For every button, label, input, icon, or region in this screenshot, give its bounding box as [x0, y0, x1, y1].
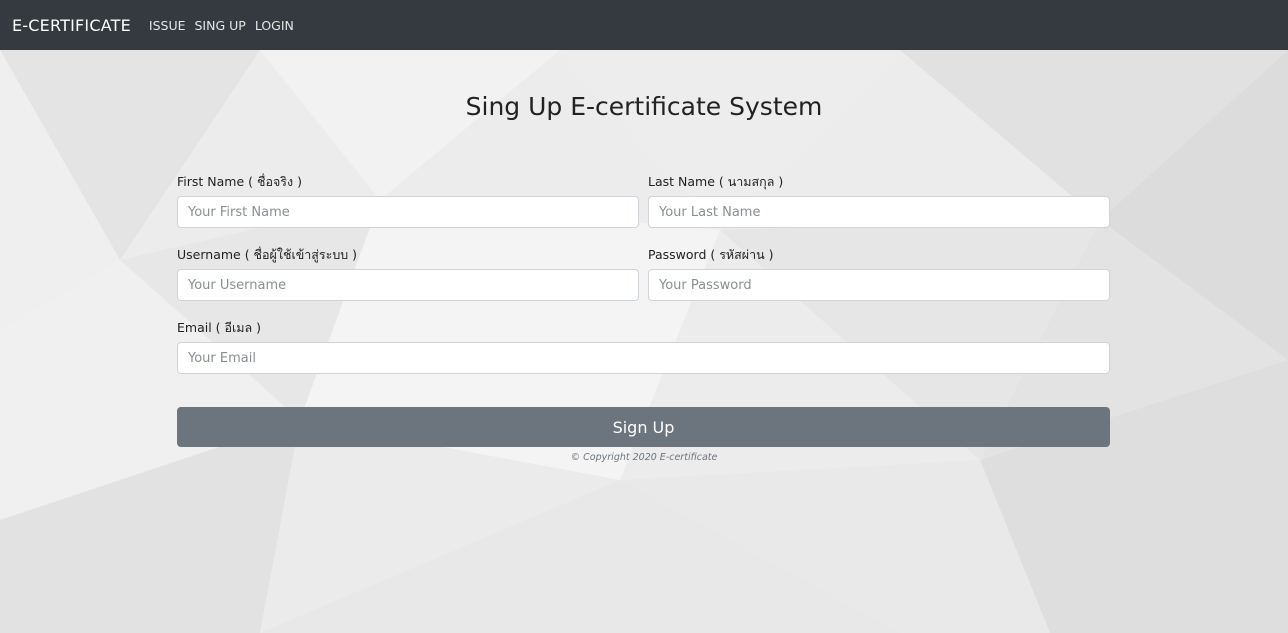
page-title: Sing Up E-certificate System: [465, 92, 823, 121]
top-navbar: E-CERTIFICATE ISSUE SING UP LOGIN: [0, 0, 1288, 50]
username-label: Username ( ชื่อผู้ใช้เข้าสู่ระบบ ): [177, 247, 358, 262]
brand-link[interactable]: E-CERTIFICATE: [12, 16, 131, 35]
copyright-text: © Copyright 2020 E-certificate: [570, 452, 718, 463]
nav-link-issue[interactable]: ISSUE: [149, 18, 186, 33]
last-name-input[interactable]: [648, 196, 1110, 228]
first-name-label: First Name ( ชื่อจริง ): [177, 174, 302, 189]
last-name-label: Last Name ( นามสกุล ): [648, 174, 784, 189]
password-label: Password ( รหัสผ่าน ): [648, 247, 774, 262]
signup-form: Sing Up E-certificate System First Name …: [0, 50, 1288, 633]
nav-link-login[interactable]: LOGIN: [255, 18, 294, 33]
first-name-input[interactable]: [177, 196, 639, 228]
email-input[interactable]: [177, 342, 1110, 374]
password-input[interactable]: [648, 269, 1110, 301]
sign-up-button[interactable]: Sign Up: [177, 407, 1110, 447]
email-label: Email ( อีเมล ): [177, 320, 262, 335]
nav-link-signup[interactable]: SING UP: [195, 18, 246, 33]
username-input[interactable]: [177, 269, 639, 301]
